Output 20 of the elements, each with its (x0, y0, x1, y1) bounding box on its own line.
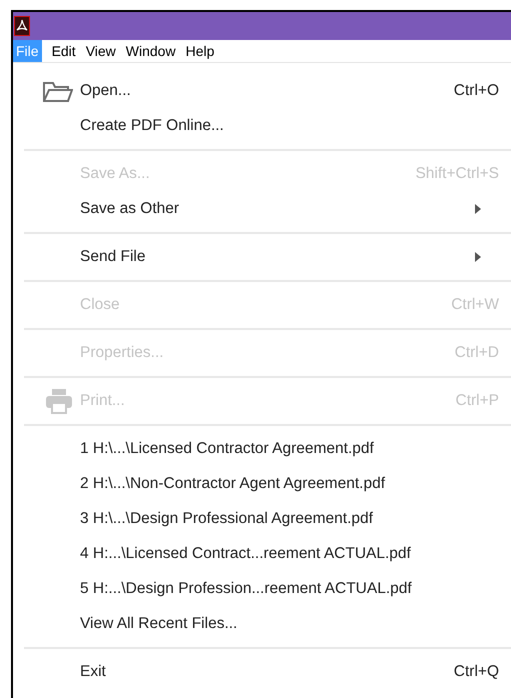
app-logo-icon (14, 16, 30, 36)
menu-item[interactable]: Open... Ctrl+O (13, 73, 511, 108)
menu-item[interactable]: 1 H:\...\Licensed Contractor Agreement.pdf (13, 431, 511, 466)
menu-item[interactable]: Save as Other (13, 191, 511, 226)
menu-bar-item[interactable]: Help (182, 40, 218, 62)
menu-item[interactable]: Create PDF Online... (13, 108, 511, 143)
menu-item[interactable]: 5 H:...\Design Profession...reement ACTUAL.pdf (13, 571, 511, 606)
menu-item[interactable]: Exit Ctrl+Q (13, 654, 511, 689)
menu-item[interactable]: 3 H:\...\Design Professional Agreement.pdf (13, 501, 511, 536)
printer-icon (45, 388, 73, 414)
submenu-arrow-icon (475, 252, 481, 262)
menu-bar-item[interactable]: Window (122, 40, 180, 62)
menu-item[interactable]: Send File (13, 239, 511, 274)
menu-item[interactable]: 4 H:...\Licensed Contract...reement ACTUAL.pdf (13, 536, 511, 571)
folder-icon (43, 80, 73, 102)
menu-bar-item[interactable]: Edit (48, 40, 80, 62)
menu-item[interactable]: 2 H:\...\Non-Contractor Agent Agreement.pdf (13, 466, 511, 501)
menu-bar-item[interactable]: View (82, 40, 120, 62)
menu-item[interactable]: View All Recent Files... (13, 606, 511, 641)
submenu-arrow-icon (475, 204, 481, 214)
